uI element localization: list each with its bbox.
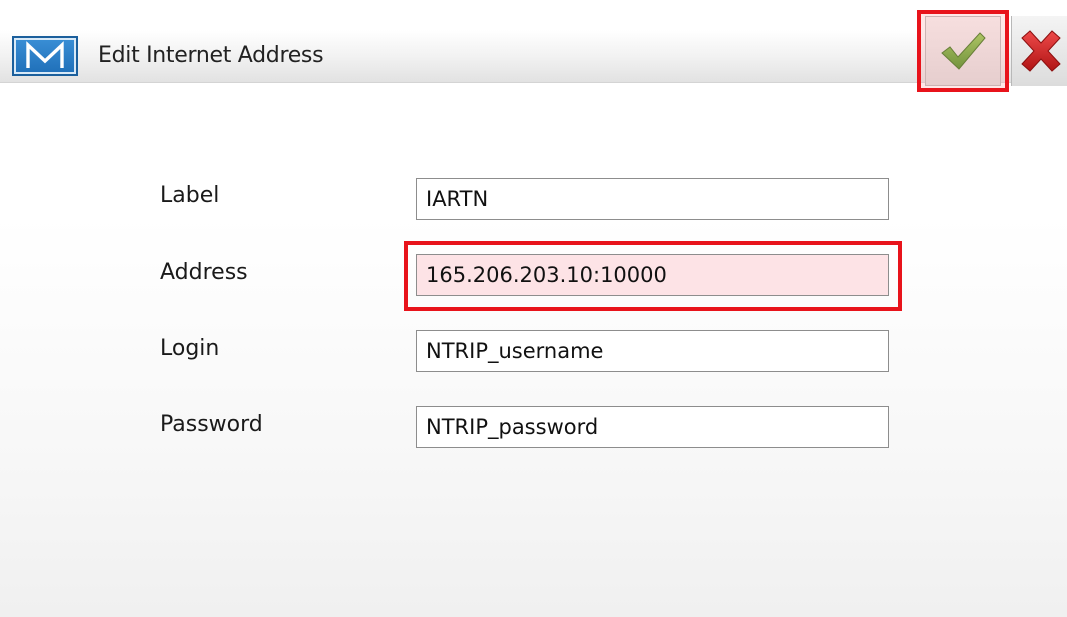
ok-button[interactable] — [925, 16, 1001, 86]
login-field-label: Login — [160, 336, 220, 361]
login-input[interactable] — [416, 330, 889, 372]
password-input[interactable] — [416, 406, 889, 448]
label-field-label: Label — [160, 183, 220, 208]
checkmark-icon — [941, 32, 986, 70]
app-logo[interactable] — [12, 36, 78, 76]
title-bar: Edit Internet Address — [0, 10, 1067, 92]
password-field-label: Password — [160, 412, 263, 437]
address-input[interactable] — [416, 254, 889, 296]
label-input[interactable] — [416, 178, 889, 220]
cancel-button[interactable] — [1011, 16, 1067, 86]
m-logo-icon — [26, 41, 64, 68]
window-title: Edit Internet Address — [98, 43, 324, 68]
address-field-label: Address — [160, 260, 248, 285]
x-icon — [1021, 30, 1061, 72]
